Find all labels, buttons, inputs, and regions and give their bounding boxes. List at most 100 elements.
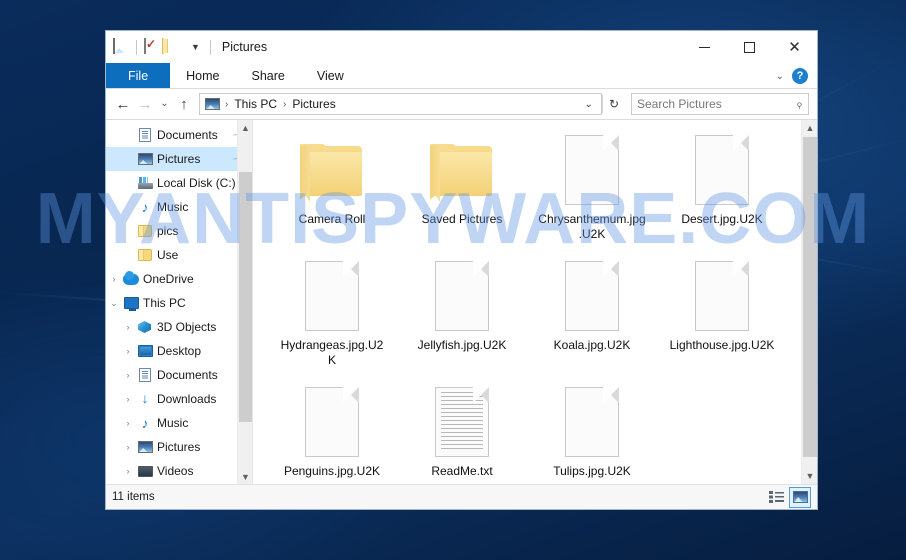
close-button[interactable]: ✕ bbox=[772, 31, 817, 63]
back-button[interactable]: ← bbox=[112, 93, 134, 115]
minimize-button[interactable] bbox=[682, 31, 727, 63]
item-label: Penguins.jpg.U2K bbox=[283, 464, 381, 478]
search-input[interactable]: Search Pictures bbox=[637, 97, 796, 111]
sidebar-item-music[interactable]: ♪ Music bbox=[106, 195, 252, 219]
item-icon bbox=[565, 256, 619, 336]
file-grid: Camera Roll Saved Pictures Chrysanthemum.j… bbox=[253, 120, 789, 484]
file-item[interactable]: Lighthouse.jpg.U2K bbox=[657, 252, 787, 378]
item-label: Camera Roll bbox=[298, 212, 366, 226]
sidebar-item-videos[interactable]: › Videos bbox=[106, 459, 252, 483]
recent-locations-button[interactable]: ⌄ bbox=[156, 93, 173, 115]
tab-file[interactable]: File bbox=[106, 63, 171, 89]
sidebar-item-label: OneDrive bbox=[143, 272, 194, 286]
file-item[interactable]: Jellyfish.jpg.U2K bbox=[397, 252, 527, 378]
address-dropdown-icon[interactable]: ⌄ bbox=[579, 99, 599, 110]
file-item[interactable]: ReadMe.txt bbox=[397, 378, 527, 484]
expander-icon[interactable]: › bbox=[120, 466, 136, 476]
item-label: Tulips.jpg.U2K bbox=[553, 464, 631, 478]
close-icon: ✕ bbox=[788, 38, 801, 56]
expander-icon[interactable]: › bbox=[120, 346, 136, 356]
sidebar-item-label: Use bbox=[157, 248, 179, 262]
maximize-button[interactable] bbox=[727, 31, 772, 63]
new-folder-icon[interactable] bbox=[162, 38, 178, 55]
sidebar-item-use[interactable]: Use bbox=[106, 243, 252, 267]
item-label: ReadMe.txt bbox=[431, 464, 493, 478]
item-label: Lighthouse.jpg.U2K bbox=[669, 338, 775, 352]
up-button[interactable]: ↑ bbox=[173, 93, 195, 115]
sidebar-item-documents[interactable]: Documents📌 bbox=[106, 123, 252, 147]
file-item[interactable]: Hydrangeas.jpg.U2K bbox=[267, 252, 397, 378]
disk-icon bbox=[136, 177, 154, 189]
item-icon bbox=[565, 382, 619, 462]
file-item[interactable]: Chrysanthemum.jpg.U2K bbox=[527, 126, 657, 252]
customize-toolbar-chevron-icon[interactable]: ▼ bbox=[188, 42, 203, 52]
expander-icon[interactable]: › bbox=[106, 274, 122, 284]
large-icons-view-button[interactable] bbox=[789, 486, 811, 508]
sidebar-item-pictures[interactable]: › Pictures bbox=[106, 435, 252, 459]
sidebar-item-onedrive[interactable]: › OneDrive bbox=[106, 267, 252, 291]
expander-icon[interactable]: ⌄ bbox=[106, 298, 122, 309]
videos-icon bbox=[136, 465, 154, 477]
expander-icon[interactable]: › bbox=[120, 394, 136, 404]
navigation-list: Documents📌Pictures📌 Local Disk (C:) ♪ Music… bbox=[106, 123, 252, 483]
file-list-pane[interactable]: Camera Roll Saved Pictures Chrysanthemum.j… bbox=[252, 120, 817, 484]
folder-item[interactable]: Camera Roll bbox=[267, 126, 397, 252]
file-item[interactable]: Tulips.jpg.U2K bbox=[527, 378, 657, 484]
breadcrumb-this-pc[interactable]: This PC bbox=[231, 97, 280, 111]
expander-icon[interactable]: › bbox=[120, 322, 136, 332]
folder-icon bbox=[136, 249, 154, 261]
expander-icon[interactable]: › bbox=[120, 418, 136, 428]
sidebar-item-this-pc[interactable]: ⌄ This PC bbox=[106, 291, 252, 315]
forward-button[interactable]: → bbox=[134, 93, 156, 115]
help-icon[interactable]: ? bbox=[792, 68, 808, 84]
quick-access-toolbar: Customize Quick Access Toolbar ▼ bbox=[106, 38, 216, 55]
text-file-icon bbox=[435, 387, 489, 457]
scroll-up-icon[interactable]: ▲ bbox=[802, 120, 817, 136]
sidebar-item-label: Downloads bbox=[157, 392, 217, 406]
scroll-down-icon[interactable]: ▼ bbox=[802, 468, 817, 484]
sidebar-item-3d-objects[interactable]: › 3D Objects bbox=[106, 315, 252, 339]
navigation-pane: Documents📌Pictures📌 Local Disk (C:) ♪ Music… bbox=[106, 120, 252, 484]
file-item[interactable]: Penguins.jpg.U2K bbox=[267, 378, 397, 484]
tab-share[interactable]: Share bbox=[236, 63, 301, 89]
scrollbar-thumb[interactable] bbox=[239, 172, 252, 422]
tab-view[interactable]: View bbox=[301, 63, 360, 89]
computer-icon bbox=[122, 297, 140, 311]
file-item[interactable]: Koala.jpg.U2K bbox=[527, 252, 657, 378]
sidebar-item-documents[interactable]: › Documents bbox=[106, 363, 252, 387]
sidebar-item-desktop[interactable]: › Desktop bbox=[106, 339, 252, 363]
document-icon bbox=[136, 128, 154, 142]
sidebar-item-music[interactable]: › ♪ Music bbox=[106, 411, 252, 435]
tab-home[interactable]: Home bbox=[170, 63, 235, 89]
sidebar-item-pictures[interactable]: Pictures📌 bbox=[106, 147, 252, 171]
search-box[interactable]: Search Pictures ⌕ bbox=[631, 93, 809, 115]
navigation-scrollbar[interactable]: ▲ ▼ bbox=[237, 120, 252, 484]
properties-icon[interactable] bbox=[144, 38, 160, 55]
expander-icon[interactable]: › bbox=[120, 370, 136, 380]
folder-item[interactable]: Saved Pictures bbox=[397, 126, 527, 252]
refresh-button[interactable]: ↻ bbox=[603, 97, 625, 111]
item-icon bbox=[435, 256, 489, 336]
address-bar[interactable]: › This PC › Pictures ⌄ bbox=[199, 93, 602, 115]
file-item[interactable]: Desert.jpg.U2K bbox=[657, 126, 787, 252]
breadcrumb-pictures[interactable]: Pictures bbox=[289, 97, 338, 111]
sidebar-item-pics[interactable]: pics bbox=[106, 219, 252, 243]
expander-icon[interactable]: › bbox=[120, 442, 136, 452]
expand-ribbon-icon[interactable]: ⌄ bbox=[776, 71, 784, 82]
sidebar-item-downloads[interactable]: › ↓ Downloads bbox=[106, 387, 252, 411]
scrollbar-thumb[interactable] bbox=[803, 137, 817, 457]
details-view-button[interactable] bbox=[765, 487, 787, 508]
view-mode-buttons bbox=[765, 486, 811, 508]
scroll-up-icon[interactable]: ▲ bbox=[238, 120, 252, 135]
generic-file-icon bbox=[305, 387, 359, 457]
content-scrollbar[interactable]: ▲ ▼ bbox=[801, 120, 817, 484]
music-icon: ♪ bbox=[141, 415, 149, 431]
music-icon: ♪ bbox=[141, 199, 149, 215]
generic-file-icon bbox=[305, 261, 359, 331]
item-label: Koala.jpg.U2K bbox=[553, 338, 631, 352]
scroll-down-icon[interactable]: ▼ bbox=[238, 469, 252, 484]
sidebar-item-local-disk-c[interactable]: Local Disk (C:) bbox=[106, 171, 252, 195]
sidebar-item-label: This PC bbox=[143, 296, 186, 310]
item-label: Jellyfish.jpg.U2K bbox=[417, 338, 507, 352]
item-label: Hydrangeas.jpg.U2K bbox=[280, 338, 384, 367]
